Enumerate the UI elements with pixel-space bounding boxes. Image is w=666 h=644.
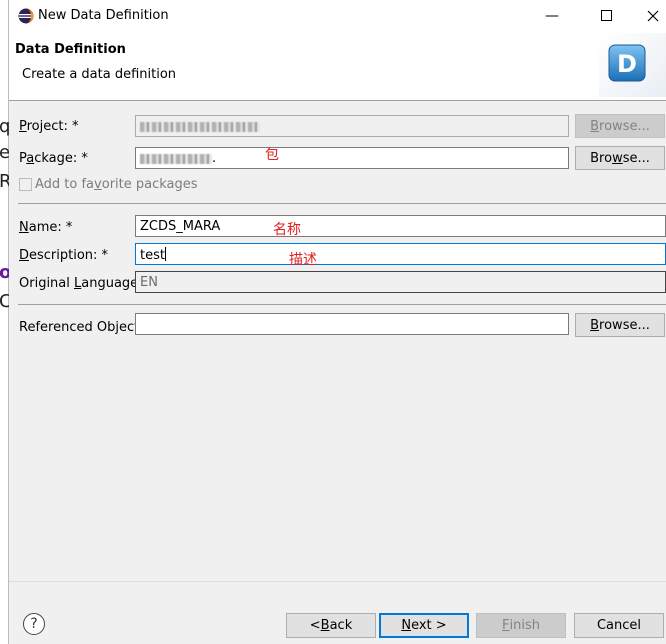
finish-button: Finish	[476, 613, 566, 638]
project-field	[135, 115, 569, 137]
separator	[18, 203, 666, 204]
cancel-button[interactable]: Cancel	[574, 613, 664, 638]
close-icon	[647, 10, 659, 21]
favorite-packages-checkbox	[19, 178, 32, 191]
page-title: Data Definition	[15, 42, 126, 57]
eclipse-icon	[18, 8, 34, 24]
redacted-project-value	[140, 121, 260, 132]
original-language-label: Original Language:	[19, 276, 143, 291]
redacted-package-value	[140, 153, 212, 164]
maximize-icon	[600, 10, 612, 21]
separator	[18, 304, 666, 305]
window-title: New Data Definition	[38, 8, 169, 23]
minimize-button[interactable]: —	[529, 0, 575, 31]
title-bar[interactable]: New Data Definition —	[9, 0, 666, 31]
project-browse-button: Browse...	[575, 114, 665, 138]
help-icon[interactable]: ?	[23, 613, 45, 635]
wizard-footer: ? < Back Next > Finish Cancel	[9, 581, 666, 644]
maximize-button[interactable]	[583, 0, 629, 31]
referenced-object-browse-button[interactable]: Browse...	[575, 313, 665, 337]
annotation-name: 名称	[273, 222, 301, 238]
referenced-object-input[interactable]	[135, 313, 569, 335]
back-button[interactable]: < Back	[286, 613, 376, 638]
close-button[interactable]	[630, 0, 666, 31]
package-label: Package: *	[19, 151, 88, 166]
referenced-object-label: Referenced Object:	[19, 320, 144, 335]
annotation-package: 包	[265, 147, 279, 163]
annotation-description: 描述	[289, 252, 317, 268]
background-window: q e R o C	[0, 0, 12, 644]
text-caret	[164, 247, 166, 261]
data-definition-icon: D	[608, 44, 646, 82]
description-label: Description: *	[19, 248, 109, 263]
name-label: Name: *	[19, 220, 73, 235]
banner-letter: D	[617, 50, 637, 78]
name-input[interactable]: ZCDS_MARA	[135, 215, 666, 237]
wizard-body: Project: * Browse... Package: * . Bro w se…	[9, 101, 666, 581]
package-input[interactable]: .	[135, 147, 569, 169]
package-browse-button[interactable]: Bro w se...	[575, 146, 665, 170]
wizard-header: Data Definition Create a data definition…	[9, 31, 666, 101]
next-button[interactable]: Next >	[379, 613, 469, 638]
wizard-banner: D	[599, 33, 666, 97]
description-input[interactable]: test	[135, 243, 666, 265]
page-subtitle: Create a data definition	[22, 67, 177, 82]
minimize-icon: —	[545, 7, 559, 24]
favorite-packages-label: Add to favorite packages	[35, 177, 198, 192]
project-label: Project: *	[19, 119, 79, 134]
original-language-field: EN	[135, 271, 666, 293]
new-data-definition-dialog: New Data Definition — Data Definition Cr…	[9, 0, 666, 644]
